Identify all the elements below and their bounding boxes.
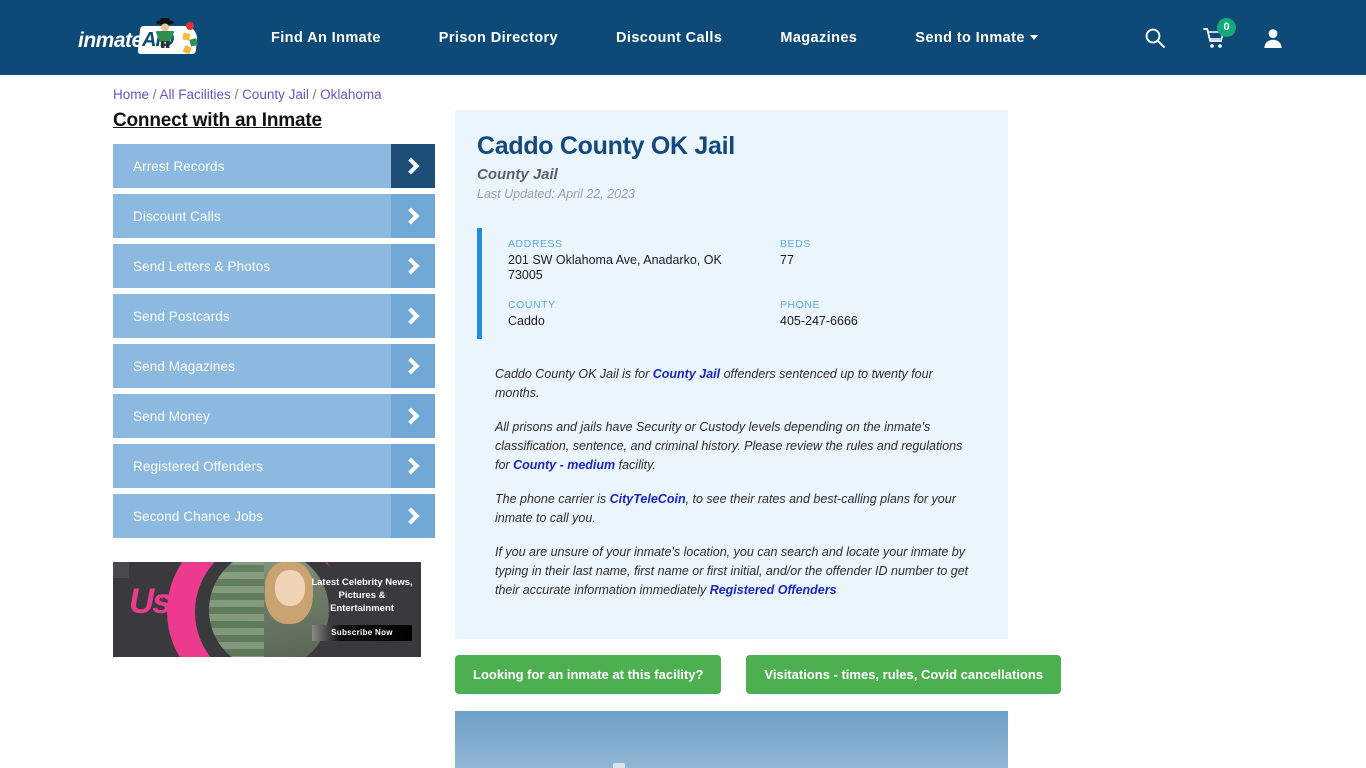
sidebar-item-label: Send Magazines <box>133 358 235 374</box>
facility-type: County Jail <box>477 166 558 183</box>
visitations-button[interactable]: Visitations - times, rules, Covid cancel… <box>746 655 1062 694</box>
chevron-right-icon <box>391 294 435 338</box>
description-paragraph-4: If you are unsure of your inmate's locat… <box>495 543 976 600</box>
info-field-beds: BEDS 77 <box>780 238 984 283</box>
site-header: inmate AID Find An Inmate Prison Directo… <box>0 0 1366 75</box>
nav-item-send-to-inmate[interactable]: Send to Inmate <box>915 30 1038 46</box>
breadcrumb-item-home[interactable]: Home <box>113 87 149 102</box>
last-updated: Last Updated: April 22, 2023 <box>477 187 635 201</box>
main-navigation: Find An Inmate Prison Directory Discount… <box>271 30 1038 46</box>
breadcrumb-separator: / <box>230 87 243 102</box>
sidebar-item-send-postcards[interactable]: Send Postcards <box>113 294 435 338</box>
page-title: Caddo County OK Jail <box>477 132 735 160</box>
cart-icon[interactable]: 0 <box>1203 17 1236 49</box>
sidebar-item-label: Send Letters & Photos <box>133 258 271 274</box>
breadcrumb: Home / All Facilities / County Jail / Ok… <box>0 75 1366 102</box>
link-citytelecoin[interactable]: CityTeleCoin <box>610 492 686 506</box>
sidebar-item-send-magazines[interactable]: Send Magazines <box>113 344 435 388</box>
facility-panel: Caddo County OK Jail County Jail Last Up… <box>455 110 1008 639</box>
advertisement-banner[interactable]: Us WEEKLY Latest Celebrity News, Picture… <box>113 562 421 657</box>
logo-confetti-icon <box>182 21 198 54</box>
link-county-medium[interactable]: County - medium <box>513 458 615 472</box>
sidebar: Connect with an Inmate Arrest Records Di… <box>113 110 435 768</box>
info-value: Caddo <box>508 314 545 328</box>
chevron-right-icon <box>391 494 435 538</box>
info-value: 77 <box>780 253 794 267</box>
nav-label: Discount Calls <box>616 29 723 46</box>
info-label: PHONE <box>780 299 821 311</box>
logo-character-icon <box>155 17 175 48</box>
cta-button-row: Looking for an inmate at this facility? … <box>455 655 1062 694</box>
nav-label: Send to Inmate <box>915 29 1025 46</box>
facility-info-block: ADDRESS 201 SW Oklahoma Ave, Anadarko, O… <box>477 228 984 339</box>
sidebar-item-send-letters-photos[interactable]: Send Letters & Photos <box>113 244 435 288</box>
photo-roof-vent <box>613 763 625 768</box>
site-logo[interactable]: inmate AID <box>78 16 199 60</box>
sidebar-item-arrest-records[interactable]: Arrest Records <box>113 144 435 188</box>
facility-photo <box>455 711 1008 768</box>
page-body: Home / All Facilities / County Jail / Ok… <box>0 75 1366 768</box>
description-paragraph-1: Caddo County OK Jail is for County Jail … <box>495 365 976 403</box>
header-icon-group: 0 <box>1144 17 1306 49</box>
sidebar-item-label: Registered Offenders <box>133 458 264 474</box>
info-label: ADDRESS <box>508 238 563 250</box>
info-field-county: COUNTY Caddo <box>508 299 780 329</box>
find-inmate-button[interactable]: Looking for an inmate at this facility? <box>455 655 722 694</box>
cart-count-badge: 0 <box>1217 17 1236 37</box>
chevron-right-icon <box>391 144 435 188</box>
breadcrumb-item-all-facilities[interactable]: All Facilities <box>160 87 231 102</box>
content-columns: Connect with an Inmate Arrest Records Di… <box>0 102 1366 768</box>
text-run: The phone carrier is <box>495 492 610 506</box>
breadcrumb-item-oklahoma[interactable]: Oklahoma <box>320 87 382 102</box>
chevron-right-icon <box>391 194 435 238</box>
ad-brand-sub: WEEKLY <box>158 595 190 601</box>
nav-item-magazines[interactable]: Magazines <box>780 30 857 46</box>
text-run: facility. <box>615 458 656 472</box>
logo-wordmark: inmate <box>78 28 143 52</box>
ad-brand-logo: Us <box>129 582 172 621</box>
sidebar-item-send-money[interactable]: Send Money <box>113 394 435 438</box>
link-registered-offenders[interactable]: Registered Offenders <box>710 583 837 597</box>
nav-item-find-an-inmate[interactable]: Find An Inmate <box>271 30 381 46</box>
search-icon[interactable] <box>1144 27 1166 49</box>
description-paragraph-3: The phone carrier is CityTeleCoin, to se… <box>495 490 976 528</box>
sidebar-item-label: Discount Calls <box>133 208 221 224</box>
ad-corner-marker <box>113 562 129 578</box>
main-content: Caddo County OK Jail County Jail Last Up… <box>455 110 1062 768</box>
sidebar-item-registered-offenders[interactable]: Registered Offenders <box>113 444 435 488</box>
chevron-right-icon <box>391 344 435 388</box>
info-label: COUNTY <box>508 299 556 311</box>
nav-item-discount-calls[interactable]: Discount Calls <box>616 30 722 46</box>
sidebar-item-label: Arrest Records <box>133 158 225 174</box>
nav-label: Find An Inmate <box>271 29 381 46</box>
breadcrumb-separator: / <box>308 87 321 102</box>
description-paragraph-2: All prisons and jails have Security or C… <box>495 418 976 475</box>
info-value: 201 SW Oklahoma Ave, Anadarko, OK 73005 <box>508 253 722 282</box>
breadcrumb-item-county-jail[interactable]: County Jail <box>242 87 309 102</box>
info-value: 405-247-6666 <box>780 314 858 328</box>
text-run: Caddo County OK Jail is for <box>495 367 653 381</box>
sidebar-item-discount-calls[interactable]: Discount Calls <box>113 194 435 238</box>
sidebar-heading: Connect with an Inmate <box>113 110 322 131</box>
nav-label: Magazines <box>780 29 858 46</box>
chevron-right-icon <box>391 394 435 438</box>
nav-label: Prison Directory <box>438 29 559 46</box>
breadcrumb-separator: / <box>149 87 160 102</box>
link-county-jail[interactable]: County Jail <box>653 367 720 381</box>
chevron-right-icon <box>391 444 435 488</box>
info-label: BEDS <box>780 238 811 250</box>
chevron-down-icon <box>1029 35 1038 41</box>
info-field-phone: PHONE 405-247-6666 <box>780 299 984 329</box>
facility-description: Caddo County OK Jail is for County Jail … <box>477 365 984 600</box>
ad-headline: Latest Celebrity News, Pictures & Entert… <box>311 577 413 614</box>
user-icon[interactable] <box>1262 27 1284 49</box>
sidebar-item-label: Send Postcards <box>133 308 230 324</box>
info-field-address: ADDRESS 201 SW Oklahoma Ave, Anadarko, O… <box>508 238 780 283</box>
sidebar-item-label: Second Chance Jobs <box>133 508 264 524</box>
ad-subscribe-button[interactable]: Subscribe Now <box>312 625 412 641</box>
sidebar-item-label: Send Money <box>133 408 210 424</box>
nav-item-prison-directory[interactable]: Prison Directory <box>439 30 558 46</box>
chevron-right-icon <box>391 244 435 288</box>
sidebar-item-second-chance-jobs[interactable]: Second Chance Jobs <box>113 494 435 538</box>
